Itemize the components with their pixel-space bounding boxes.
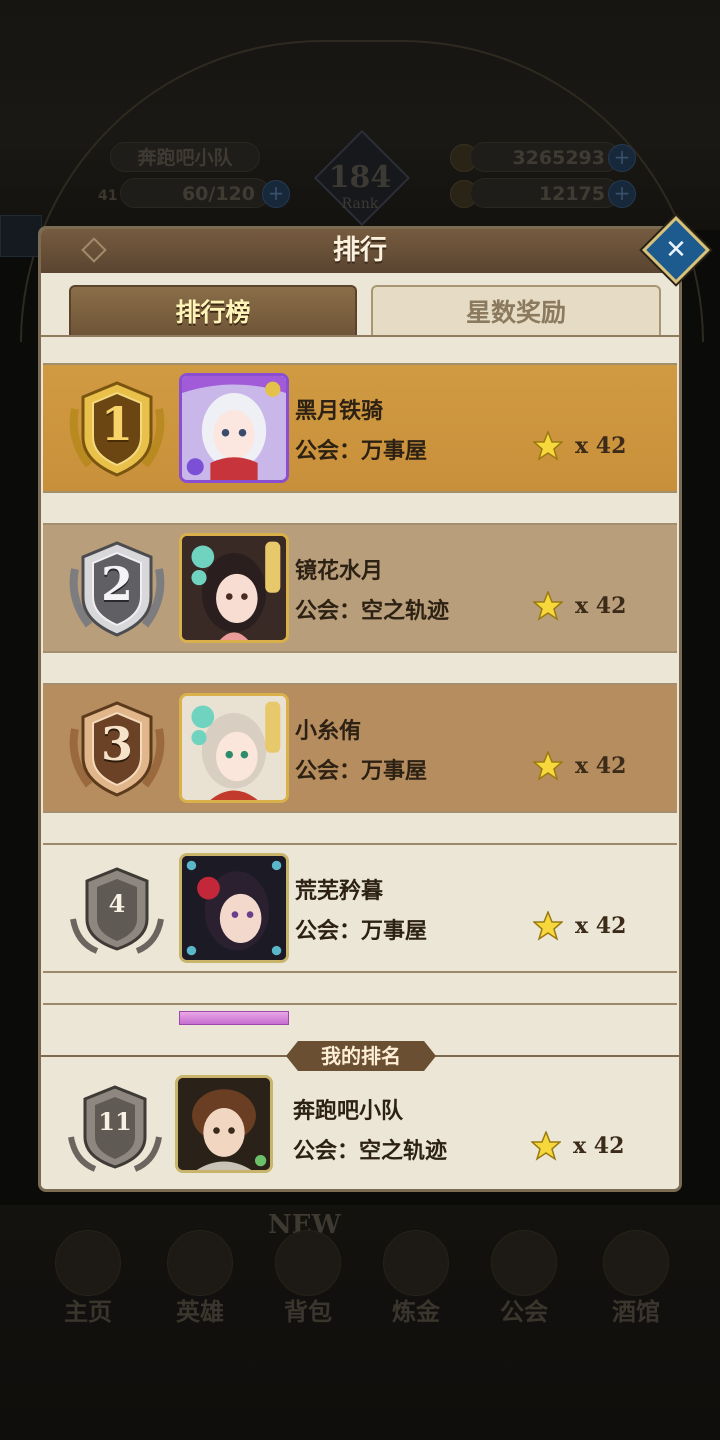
background-gems: 12175 <box>470 178 620 208</box>
player-name: 荒芜矜暮 <box>295 879 384 904</box>
my-rank-section[interactable]: 11 奔跑吧小队 公会：空之轨迹 x 42 <box>41 1055 679 1189</box>
player-name: 小糸侑 <box>295 719 362 744</box>
my-guild-name: 公会：空之轨迹 <box>293 1139 448 1164</box>
guild-name: 公会：空之轨迹 <box>295 599 450 624</box>
my-star-count: x 42 <box>531 1131 651 1163</box>
my-avatar[interactable] <box>175 1075 273 1173</box>
background-rank-label: Rank <box>341 196 379 212</box>
ranking-panel: 排行 排行榜 星数奖励 1 黑月铁骑 公会：万事屋 x 42 2 镜花水月 公会… <box>38 226 682 1192</box>
player-name: 黑月铁骑 <box>295 399 384 424</box>
avatar[interactable] <box>179 373 289 483</box>
ranking-row-4[interactable]: 4 荒芜矜暮 公会：万事屋 x 42 <box>43 843 677 973</box>
avatar[interactable] <box>179 693 289 803</box>
nav-label: 酒馆 <box>612 1298 660 1326</box>
silver-medal-icon: 2 <box>67 539 167 639</box>
star-count: x 42 <box>533 911 653 943</box>
background-gems-plus-icon: + <box>608 180 636 208</box>
background-nav-heroes: 英雄 <box>150 1230 250 1330</box>
star-count: x 42 <box>533 751 653 783</box>
my-player-name: 奔跑吧小队 <box>293 1099 404 1124</box>
background-rank-value: 184 <box>328 160 392 195</box>
nav-label: 公会 <box>500 1298 548 1326</box>
tab-star-rewards[interactable]: 星数奖励 <box>371 285 661 335</box>
rank-badge-icon: 11 <box>65 1077 165 1177</box>
ranking-row-3[interactable]: 3 小糸侑 公会：万事屋 x 42 <box>43 683 677 813</box>
guild-shield-icon <box>491 1230 557 1296</box>
background-side-arrow <box>0 215 42 257</box>
background-stamina: 60/120 <box>120 178 270 208</box>
avatar[interactable] <box>179 533 289 643</box>
rank-number: 3 <box>100 717 133 771</box>
background-rank-emblem: 184 Rank <box>306 129 414 230</box>
nav-label: 炼金 <box>392 1298 440 1326</box>
my-rank-number: 11 <box>98 1107 132 1136</box>
background-team-name: 奔跑吧小队 <box>110 142 260 172</box>
bag-icon <box>275 1230 341 1296</box>
background-nav-bag: 背包 <box>258 1230 358 1330</box>
my-rank-label: 我的排名 <box>286 1041 436 1071</box>
star-icon <box>533 431 563 461</box>
background-nav-alchemy: 炼金 <box>366 1230 466 1330</box>
background-level: 41 <box>98 188 118 204</box>
avatar[interactable] <box>179 853 289 963</box>
helmet-icon <box>167 1230 233 1296</box>
background-gold-plus-icon: + <box>608 144 636 172</box>
panel-title: 排行 <box>333 235 387 266</box>
rank-badge-icon: 4 <box>67 859 167 959</box>
star-icon <box>533 591 563 621</box>
castle-icon <box>55 1230 121 1296</box>
ranking-row-2[interactable]: 2 镜花水月 公会：空之轨迹 x 42 <box>43 523 677 653</box>
star-count-value: x 42 <box>573 1133 625 1159</box>
star-icon <box>533 751 563 781</box>
star-icon <box>533 911 563 941</box>
background-gold: 3265293 <box>470 142 620 172</box>
guild-name: 公会：万事屋 <box>295 759 428 784</box>
tab-bar: 排行榜 星数奖励 <box>41 273 679 337</box>
avatar-partial <box>179 1011 289 1025</box>
flask-icon <box>383 1230 449 1296</box>
close-icon: ✕ <box>665 235 687 265</box>
background-nav-guild: 公会 <box>474 1230 574 1330</box>
rank-number: 2 <box>100 557 133 611</box>
nav-label: 背包 <box>284 1298 332 1326</box>
player-name: 镜花水月 <box>295 559 384 584</box>
bronze-medal-icon: 3 <box>67 699 167 799</box>
guild-name: 公会：万事屋 <box>295 919 428 944</box>
panel-header: 排行 <box>41 229 679 275</box>
background-nav-tavern: 酒馆 <box>586 1230 686 1330</box>
star-count: x 42 <box>533 591 653 623</box>
star-count-value: x 42 <box>575 753 627 779</box>
guild-name: 公会：万事屋 <box>295 439 428 464</box>
background-nav-home: 主页 <box>38 1230 138 1330</box>
star-count-value: x 42 <box>575 913 627 939</box>
star-count-value: x 42 <box>575 593 627 619</box>
gold-medal-icon: 1 <box>67 379 167 479</box>
ranking-row-1[interactable]: 1 黑月铁骑 公会：万事屋 x 42 <box>43 363 677 493</box>
star-count-value: x 42 <box>575 433 627 459</box>
nav-label: 主页 <box>64 1298 112 1326</box>
rank-number: 1 <box>100 397 133 451</box>
star-icon <box>531 1131 561 1161</box>
rank-number: 4 <box>108 889 126 918</box>
tavern-icon <box>603 1230 669 1296</box>
background-stamina-plus-icon: + <box>262 180 290 208</box>
tab-leaderboard[interactable]: 排行榜 <box>69 285 357 335</box>
nav-label: 英雄 <box>176 1298 224 1326</box>
star-count: x 42 <box>533 431 653 463</box>
